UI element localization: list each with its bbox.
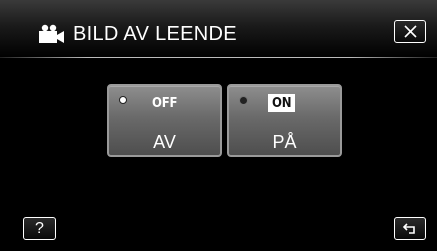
radio-indicator-icon (239, 96, 248, 105)
on-badge: ON (268, 94, 296, 112)
option-on-label: PÅ (272, 132, 297, 152)
option-off-button[interactable]: OFF AV (107, 84, 222, 157)
return-icon (402, 223, 415, 234)
page-title: BILD AV LEENDE (73, 23, 237, 45)
header-bar: BILD AV LEENDE (0, 0, 437, 58)
close-button[interactable] (394, 20, 426, 43)
close-icon (404, 25, 417, 38)
off-badge: OFF (152, 96, 178, 111)
movie-camera-icon (39, 24, 64, 43)
option-on-button[interactable]: ON PÅ (227, 84, 342, 157)
option-off-label: AV (153, 132, 176, 152)
help-button[interactable]: ? (23, 217, 56, 240)
help-label: ? (35, 220, 44, 237)
back-button[interactable] (394, 217, 426, 240)
radio-unselected-icon (119, 96, 127, 104)
